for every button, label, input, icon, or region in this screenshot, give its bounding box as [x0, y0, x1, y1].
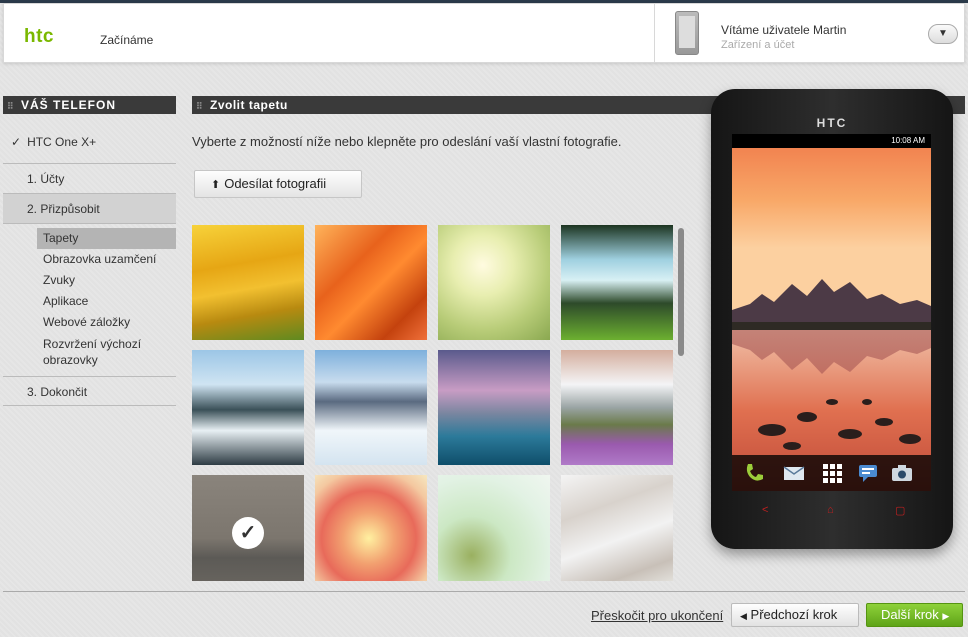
- wallpaper-tile[interactable]: [315, 225, 427, 340]
- content-description: Vyberte z možností níže nebo klepněte pr…: [192, 134, 622, 149]
- sidebar-step-finish[interactable]: 3. Dokončit: [3, 376, 176, 406]
- sidebar-heading-bar: ⠿ VÁŠ TELEFON: [3, 96, 176, 114]
- phone-time: 10:08 AM: [891, 136, 925, 145]
- sidebar-step-customize[interactable]: 2. Přizpůsobit: [3, 194, 176, 224]
- wallpaper-tile[interactable]: [192, 350, 304, 465]
- sidebar-item-apps[interactable]: Aplikace: [37, 291, 176, 312]
- sidebar-step-accounts[interactable]: 1. Účty: [3, 164, 176, 194]
- selected-check-icon: ✓: [232, 517, 264, 549]
- wallpaper-tile[interactable]: [561, 475, 673, 581]
- sidebar-device[interactable]: ✓ HTC One X+: [3, 120, 176, 164]
- camera-icon: [890, 461, 914, 485]
- phone-preview: HTC 10:08 AM < ⌂ ▢: [711, 89, 953, 549]
- chevron-right-icon: ▶: [942, 611, 950, 621]
- mail-icon: [782, 461, 806, 485]
- htc-logo: htc: [24, 26, 54, 47]
- grip-icon: ⠿: [7, 101, 15, 111]
- wallpaper-tile[interactable]: [315, 350, 427, 465]
- wallpaper-tile-selected[interactable]: ✓: [192, 475, 304, 581]
- sidebar-item-wallpapers[interactable]: Tapety: [37, 228, 176, 249]
- upload-photo-button[interactable]: ⬆ Odesílat fotografii: [194, 170, 362, 198]
- user-account-box[interactable]: Vítáme uživatele Martin Zařízení a účet …: [654, 4, 966, 63]
- device-name: HTC One X+: [27, 135, 97, 149]
- messages-icon: [856, 461, 880, 485]
- phone-screen: 10:08 AM: [732, 134, 931, 491]
- wallpaper-tile[interactable]: [438, 225, 550, 340]
- sidebar-item-lock-screen[interactable]: Obrazovka uzamčení: [37, 249, 176, 270]
- prev-label: Předchozí krok: [750, 607, 838, 622]
- wallpaper-tile[interactable]: [438, 475, 550, 581]
- next-step-button[interactable]: Další krok ▶: [866, 603, 963, 627]
- user-greeting: Vítáme uživatele Martin: [721, 23, 847, 37]
- phone-icon: [675, 11, 699, 55]
- prev-step-button[interactable]: ◀ Předchozí krok: [731, 603, 859, 627]
- wallpaper-tile[interactable]: [561, 225, 673, 340]
- content-heading: Zvolit tapetu: [210, 98, 288, 112]
- sidebar-item-sounds[interactable]: Zvuky: [37, 270, 176, 291]
- phone-status-bar: 10:08 AM: [732, 134, 931, 148]
- wallpaper-grid: ✓: [192, 225, 674, 581]
- chevron-down-icon[interactable]: ▼: [928, 24, 958, 44]
- wallpaper-scrollbar[interactable]: [678, 228, 684, 356]
- wallpaper-preview: [732, 134, 931, 491]
- user-subtitle: Zařízení a účet: [721, 39, 795, 51]
- header: htc Začínáme Vítáme uživatele Martin Zař…: [3, 3, 965, 63]
- sidebar-heading: VÁŠ TELEFON: [21, 98, 117, 112]
- next-label: Další krok: [881, 607, 939, 622]
- wallpaper-tile[interactable]: [561, 350, 673, 465]
- phone-nav-bar: < ⌂ ▢: [732, 496, 931, 526]
- sidebar-item-home-layout[interactable]: Rozvržení výchozí obrazovky: [37, 333, 167, 372]
- sidebar-sub-list: Tapety Obrazovka uzamčení Zvuky Aplikace…: [3, 224, 176, 376]
- home-icon: ⌂: [827, 504, 834, 516]
- phone-dock: [732, 455, 931, 491]
- check-icon: ✓: [11, 135, 22, 149]
- wallpaper-tile[interactable]: [315, 475, 427, 581]
- back-icon: <: [762, 504, 769, 516]
- recent-apps-icon: ▢: [895, 505, 906, 517]
- upload-icon: ⬆: [211, 179, 221, 191]
- phone-brand: HTC: [816, 116, 848, 130]
- chevron-left-icon: ◀: [740, 611, 747, 621]
- grip-icon: ⠿: [196, 101, 204, 111]
- upload-label: Odesílat fotografii: [224, 176, 327, 191]
- footer-divider: [3, 591, 965, 592]
- app-grid-icon: [820, 461, 844, 485]
- skip-link[interactable]: Přeskočit pro ukončení: [591, 608, 723, 623]
- wallpaper-tile[interactable]: [438, 350, 550, 465]
- page-title: Začínáme: [100, 33, 154, 47]
- sidebar: ✓ HTC One X+ 1. Účty 2. Přizpůsobit Tapet…: [3, 120, 176, 406]
- phone-call-icon: [742, 461, 766, 485]
- wallpaper-tile[interactable]: [192, 225, 304, 340]
- sidebar-item-bookmarks[interactable]: Webové záložky: [37, 312, 176, 333]
